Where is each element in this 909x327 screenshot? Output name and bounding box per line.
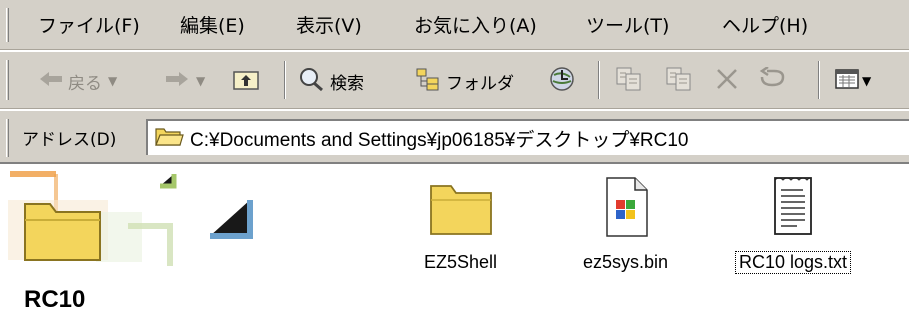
- folder-title: RC10: [24, 286, 86, 313]
- menu-file[interactable]: ファイル(F): [38, 12, 140, 40]
- folders-tree-icon: [414, 66, 442, 96]
- views-dropdown-icon[interactable]: ▼: [862, 74, 871, 88]
- menubar-grip[interactable]: [6, 8, 9, 42]
- back-button[interactable]: 戻る ▼: [38, 61, 117, 101]
- toolbar-separator: [818, 61, 820, 99]
- back-dropdown-icon[interactable]: ▼: [108, 74, 117, 88]
- standard-toolbar: 戻る ▼ ▼ 検索 フォルダ ▼: [0, 51, 909, 109]
- forward-button[interactable]: ▼: [164, 61, 205, 101]
- search-button[interactable]: 検索: [298, 61, 364, 101]
- views-icon: [834, 67, 860, 95]
- address-label: アドレス(D): [22, 130, 117, 150]
- folders-button[interactable]: フォルダ: [414, 61, 514, 101]
- address-input[interactable]: C:¥Documents and Settings¥jp06185¥デスクトップ…: [146, 119, 909, 155]
- menu-tools[interactable]: ツール(T): [586, 12, 669, 40]
- address-bar: アドレス(D) C:¥Documents and Settings¥jp0618…: [0, 110, 909, 164]
- folders-label: フォルダ: [446, 73, 514, 94]
- file-item-ez5sys-bin[interactable]: ez5sys.bin: [580, 176, 671, 273]
- folder-open-icon: [154, 124, 184, 152]
- binary-file-icon: [599, 176, 653, 242]
- menu-edit[interactable]: 編集(E): [180, 12, 245, 40]
- text-file-icon: [767, 174, 819, 242]
- menu-favorites[interactable]: お気に入り(A): [414, 12, 537, 40]
- menu-bar: ファイル(F) 編集(E) 表示(V) お気に入り(A) ツール(T) ヘルプ(…: [0, 0, 909, 50]
- menu-help[interactable]: ヘルプ(H): [722, 12, 808, 40]
- forward-arrow-icon: [164, 69, 190, 93]
- forward-dropdown-icon[interactable]: ▼: [196, 74, 205, 88]
- up-button[interactable]: [232, 61, 260, 101]
- move-to-button[interactable]: [614, 61, 644, 101]
- folder-up-icon: [232, 67, 260, 95]
- toolbar-separator: [284, 61, 286, 99]
- magnifier-icon: [298, 66, 326, 96]
- back-arrow-icon: [38, 69, 64, 93]
- large-folder-icon: [22, 194, 104, 268]
- back-label: 戻る: [68, 73, 102, 94]
- search-label: 検索: [330, 73, 364, 94]
- delete-x-icon: [714, 66, 740, 96]
- menu-view[interactable]: 表示(V): [296, 12, 362, 40]
- toolbar-separator: [598, 61, 600, 99]
- toolbar-grip[interactable]: [6, 60, 9, 100]
- history-button[interactable]: [548, 61, 576, 101]
- move-to-icon: [614, 65, 644, 97]
- folder-content: RC10 EZ5Shell ez5sys.bin RC10 logs.txt: [0, 166, 909, 327]
- delete-button[interactable]: [714, 61, 740, 101]
- copy-to-icon: [664, 65, 694, 97]
- address-path: C:¥Documents and Settings¥jp06185¥デスクトップ…: [190, 129, 689, 151]
- undo-icon: [758, 65, 788, 95]
- folder-icon: [425, 178, 497, 242]
- history-globe-icon: [548, 65, 576, 97]
- file-name: RC10 logs.txt: [734, 251, 852, 274]
- views-button[interactable]: ▼: [834, 61, 871, 101]
- addressbar-grip[interactable]: [6, 119, 9, 157]
- file-item-ez5shell[interactable]: EZ5Shell: [421, 178, 500, 273]
- undo-button[interactable]: [758, 61, 788, 101]
- copy-to-button[interactable]: [664, 61, 694, 101]
- file-name: EZ5Shell: [424, 252, 498, 272]
- file-name: ez5sys.bin: [583, 252, 669, 272]
- file-item-rc10-logs-txt[interactable]: RC10 logs.txt: [734, 174, 852, 274]
